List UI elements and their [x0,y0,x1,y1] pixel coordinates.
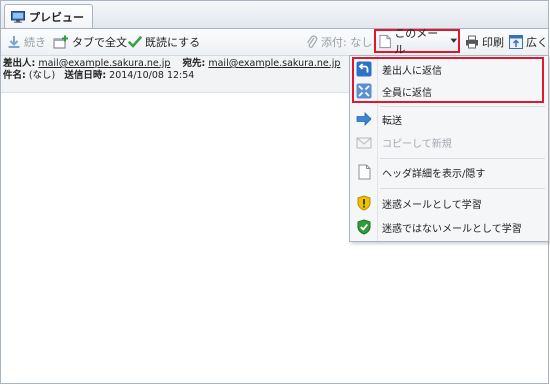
menu-item-header-details[interactable]: ヘッダ詳細を表示/隠す [350,161,548,183]
to-address-link[interactable]: mail@example.sakura.ne.jp [208,58,340,69]
next-label: 続き [24,36,46,49]
menu-label: 迷惑メールとして学習 [382,199,482,211]
highlight-box [352,57,544,103]
attachment-label: 添付: なし [321,36,373,49]
subject-label: 件名: [3,70,26,81]
menu-item-learn-not-spam[interactable]: 迷惑ではないメールとして学習 [350,216,548,238]
checkmark-icon [128,36,142,48]
print-label: 印刷 [482,36,504,49]
subject-value: (なし) [28,70,56,81]
attachment-button[interactable]: 添付: なし [306,29,372,55]
expand-icon [509,35,523,49]
page-icon [358,164,370,180]
menu-separator [380,188,545,189]
menu-label: コピーして新規 [382,138,452,150]
menu-label: 迷惑ではないメールとして学習 [382,223,522,235]
tab-label: プレビュー [29,10,84,24]
menu-separator [380,158,545,159]
envelope-icon [356,137,372,149]
menu-separator [380,106,545,107]
expand-label: 広く [526,36,548,49]
forward-arrow-icon [356,112,372,126]
tab-preview[interactable]: プレビュー [4,4,93,28]
open-in-tab-button[interactable]: タブで全文 [53,29,127,55]
menu-item-learn-spam[interactable]: 迷惑メールとして学習 [350,192,548,214]
mark-read-label: 既読にする [145,36,201,49]
menu-label: 転送 [382,115,402,127]
download-icon [8,36,20,48]
this-mail-dropdown-menu: 差出人に返信 全員に返信 転送 コピーして新規 ヘッダ詳細を表示/隠す 迷惑メー… [349,55,549,242]
menu-label: ヘッダ詳細を表示/隠す [382,168,486,180]
expand-button[interactable]: 広く [509,29,548,55]
chevron-down-icon [450,38,458,43]
paperclip-icon [306,35,318,48]
check-shield-icon [357,219,371,235]
from-address-link[interactable]: mail@example.sakura.ne.jp [38,58,170,69]
date-label: 送信日時: [64,70,107,81]
warning-shield-icon [357,195,371,211]
menu-item-copy-new[interactable]: コピーして新規 [350,131,548,153]
from-label: 差出人: [3,58,36,69]
date-value: 2014/10/08 12:54 [109,70,195,81]
this-mail-menu-button[interactable]: このメール [374,27,460,56]
menu-item-forward[interactable]: 転送 [350,108,548,130]
monitor-icon [11,10,25,23]
print-button[interactable]: 印刷 [465,29,504,55]
toolbar: 続き タブで全文 既読にする 添付: なし このメール 印刷 広く [1,27,548,56]
to-label: 宛先: [182,58,206,69]
printer-icon [466,35,478,49]
open-tab-label: タブで全文 [72,36,127,49]
next-button[interactable]: 続き [7,29,46,55]
mark-read-button[interactable]: 既読にする [128,29,200,55]
this-mail-label: このメール [394,27,439,56]
tab-bar: プレビュー [1,1,548,29]
document-icon [379,34,391,48]
new-tab-icon [53,35,68,49]
